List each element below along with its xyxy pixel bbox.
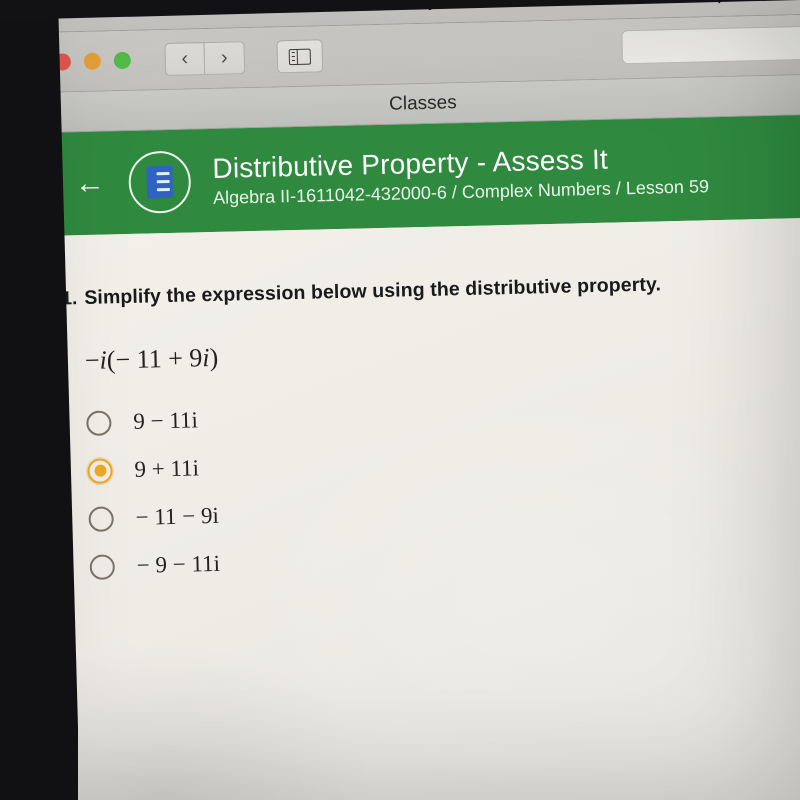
tab-classes[interactable]: Classes — [389, 92, 457, 116]
header-text-block: Distributive Property - Assess It Algebr… — [212, 141, 709, 209]
screen-surface:  Safari File Edit View History Bookmark… — [0, 0, 800, 800]
apple-logo-icon[interactable]:  — [62, 0, 78, 19]
assignment-header: ← Distributive Property - Assess It Alge… — [0, 113, 800, 238]
close-button[interactable] — [53, 53, 72, 71]
choice-label-3: − 11 − 9i — [135, 502, 220, 530]
question-number: 1. — [61, 288, 78, 310]
choice-option-2[interactable]: 9 + 11i — [65, 440, 800, 485]
assignment-icon — [146, 165, 174, 198]
radio-button-4[interactable] — [89, 553, 116, 580]
expr-minus: − — [84, 345, 100, 375]
radio-button-1[interactable] — [86, 409, 112, 436]
expr-close: ) — [209, 342, 219, 373]
assignment-avatar — [128, 149, 192, 214]
expr-inner: − 11 + 9 — [115, 343, 203, 375]
radio-button-3[interactable] — [88, 505, 114, 532]
menu-item-bookmarks[interactable]: Bookmarks — [464, 0, 565, 11]
choice-option-3[interactable]: − 11 − 9i — [66, 488, 800, 533]
math-expression: −i(− 11 + 9i) — [85, 328, 800, 376]
menu-item-safari[interactable]: Safari — [106, 0, 162, 19]
window-controls — [53, 51, 132, 71]
answer-choices: 9 − 11i 9 + 11i − 11 − 9i − 9 − 11i — [64, 392, 800, 581]
navigation-buttons: ‹ › — [164, 41, 246, 77]
radio-button-2[interactable] — [87, 457, 113, 484]
address-bar-input[interactable] — [621, 25, 800, 65]
menu-item-window[interactable]: Window — [590, 0, 662, 8]
question-prompt-row: 1. Simplify the expression below using t… — [61, 269, 800, 311]
header-back-icon[interactable]: ← — [72, 166, 107, 201]
question-prompt: Simplify the expression below using the … — [84, 273, 662, 309]
choice-label-1: 9 − 11i — [133, 407, 199, 434]
menu-item-view[interactable]: View — [306, 0, 350, 15]
sidebar-icon — [288, 48, 311, 65]
sidebar-toggle-button[interactable] — [276, 39, 324, 74]
maximize-button[interactable] — [113, 51, 132, 70]
choice-label-4: − 9 − 11i — [136, 550, 221, 578]
back-button[interactable]: ‹ — [164, 42, 206, 77]
menu-item-file[interactable]: File — [188, 0, 221, 17]
menu-item-help[interactable]: Help — [687, 0, 729, 6]
photographed-screen:  Safari File Edit View History Bookmark… — [0, 0, 800, 800]
minimize-button[interactable] — [83, 52, 102, 70]
question-body: 1. Simplify the expression below using t… — [0, 216, 800, 800]
menu-item-history[interactable]: History — [375, 0, 438, 13]
menu-item-edit[interactable]: Edit — [246, 0, 281, 16]
choice-option-4[interactable]: − 9 − 11i — [67, 536, 800, 581]
choice-option-1[interactable]: 9 − 11i — [64, 392, 800, 437]
choice-label-2: 9 + 11i — [134, 455, 200, 482]
forward-button[interactable]: › — [204, 41, 246, 76]
